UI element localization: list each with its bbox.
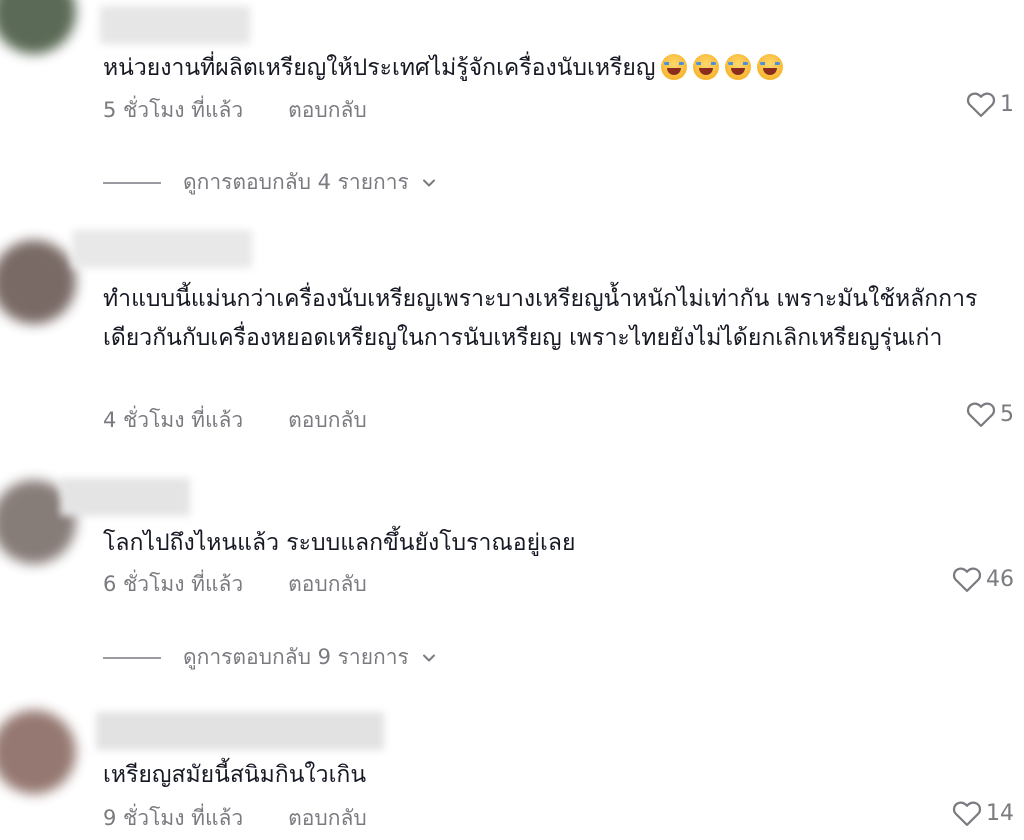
comments-panel: หน่วยงานที่ผลิตเหรียญให้ประเทศไม่รู้จักเ… <box>0 0 1024 840</box>
chevron-down-icon <box>422 654 435 661</box>
comment-text: โลกไปถึงไหนแล้ว ระบบแลกขึ้นยังโบราณอยู่เ… <box>103 530 576 556</box>
like-button[interactable]: 5 <box>966 400 1014 428</box>
chevron-down-icon <box>422 179 435 186</box>
view-replies-button[interactable]: ดูการตอบกลับ 9 รายการ <box>103 641 437 674</box>
reply-button[interactable]: ตอบกลับ <box>288 404 367 437</box>
comment-text: เหรียญสมัยนี้สนิมกินใวเกิน <box>103 762 367 788</box>
comment-meta: 5 ชั่วโมง ที่แล้ว ตอบกลับ <box>103 94 367 127</box>
like-button[interactable]: 46 <box>952 565 1014 593</box>
reply-button[interactable]: ตอบกลับ <box>288 802 367 835</box>
like-count: 1 <box>1000 91 1014 117</box>
comment-meta: 9 ชั่วโมง ที่แล้ว ตอบกลับ <box>103 802 367 835</box>
face-with-tears-of-joy-icon <box>661 54 688 80</box>
face-with-tears-of-joy-icon <box>757 54 784 80</box>
avatar[interactable] <box>0 240 76 324</box>
view-replies-label: ดูการตอบกลับ 9 รายการ <box>183 645 409 669</box>
view-replies-button[interactable]: ดูการตอบกลับ 4 รายการ <box>103 166 437 199</box>
username-blurred[interactable] <box>100 6 250 44</box>
heart-icon <box>966 402 996 427</box>
reply-button[interactable]: ตอบกลับ <box>288 94 367 127</box>
view-replies-label: ดูการตอบกลับ 4 รายการ <box>183 170 409 194</box>
heart-icon <box>952 801 982 826</box>
reply-button[interactable]: ตอบกลับ <box>288 568 367 601</box>
like-button[interactable]: 1 <box>966 90 1014 118</box>
like-count: 46 <box>986 566 1014 592</box>
username-blurred[interactable] <box>60 478 190 516</box>
comment-meta: 4 ชั่วโมง ที่แล้ว ตอบกลับ <box>103 404 367 437</box>
like-count: 14 <box>986 800 1014 826</box>
comment-text: ทำแบบนี้แม่นกว่าเครื่องนับเหรียญเพราะบาง… <box>103 286 978 351</box>
comment-text: หน่วยงานที่ผลิตเหรียญให้ประเทศไม่รู้จักเ… <box>103 49 1010 88</box>
heart-icon <box>966 92 996 117</box>
timestamp: 9 ชั่วโมง ที่แล้ว <box>103 806 244 830</box>
heart-icon <box>952 567 982 592</box>
comment-meta: 6 ชั่วโมง ที่แล้ว ตอบกลับ <box>103 568 367 601</box>
like-count: 5 <box>1000 401 1014 427</box>
comment-text-content: หน่วยงานที่ผลิตเหรียญให้ประเทศไม่รู้จักเ… <box>103 55 656 81</box>
avatar[interactable] <box>0 710 76 794</box>
face-with-tears-of-joy-icon <box>725 54 752 80</box>
avatar[interactable] <box>0 0 76 54</box>
divider-line <box>103 656 161 659</box>
timestamp: 4 ชั่วโมง ที่แล้ว <box>103 408 244 432</box>
username-blurred[interactable] <box>96 712 384 750</box>
like-button[interactable]: 14 <box>952 799 1014 827</box>
timestamp: 5 ชั่วโมง ที่แล้ว <box>103 98 244 122</box>
timestamp: 6 ชั่วโมง ที่แล้ว <box>103 572 244 596</box>
divider-line <box>103 181 161 184</box>
username-blurred[interactable] <box>72 230 252 268</box>
face-with-tears-of-joy-icon <box>693 54 720 80</box>
